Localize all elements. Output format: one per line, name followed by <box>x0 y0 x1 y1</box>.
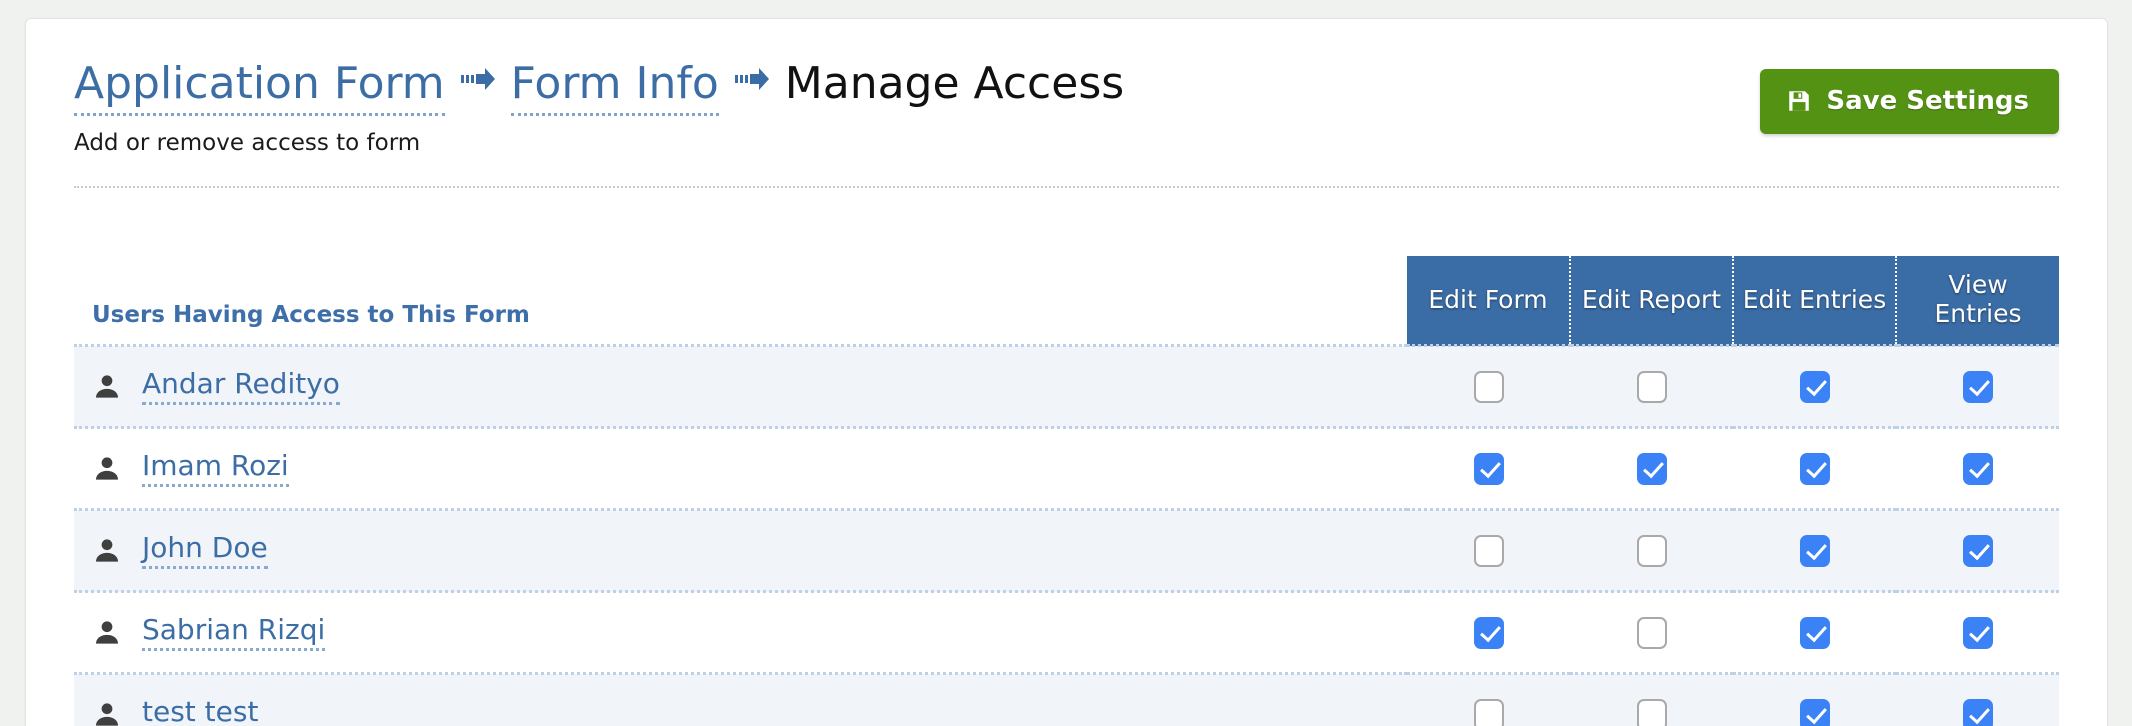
person-icon <box>92 454 122 484</box>
person-icon <box>92 372 122 402</box>
save-settings-label: Save Settings <box>1826 86 2029 116</box>
permission-cell-edit-report <box>1570 672 1733 726</box>
permission-cell-view-entries <box>1896 590 2059 674</box>
user-name-link[interactable]: test test <box>142 696 258 726</box>
permission-cell-edit-entries <box>1733 590 1896 674</box>
user-cell: Sabrian Rizqi <box>74 590 1407 674</box>
checkbox-edit-form[interactable] <box>1473 616 1504 649</box>
access-table: Users Having Access to This Form Edit Fo… <box>74 256 2059 726</box>
permission-cell-edit-form <box>1407 508 1570 592</box>
permission-cell-edit-form <box>1407 344 1570 428</box>
permission-cell-view-entries <box>1896 426 2059 510</box>
floppy-disk-save-icon <box>1786 88 1812 114</box>
breadcrumb-item-application-form[interactable]: Application Form <box>74 57 445 116</box>
permission-cell-edit-entries <box>1733 344 1896 428</box>
user-name-link[interactable]: John Doe <box>142 532 268 569</box>
user-name-link[interactable]: Sabrian Rizqi <box>142 614 326 651</box>
permission-cell-edit-form <box>1407 426 1570 510</box>
content-card: Application Form Form Info Manage Access… <box>25 18 2108 726</box>
table-row: Andar Redityo <box>74 344 2059 428</box>
checkbox-view-entries[interactable] <box>1962 534 1993 567</box>
header-divider <box>74 186 2059 188</box>
permission-cell-edit-form <box>1407 672 1570 726</box>
permission-cell-edit-report <box>1570 344 1733 428</box>
table-row: Imam Rozi <box>74 426 2059 510</box>
checkbox-view-entries[interactable] <box>1962 370 1993 403</box>
permission-cell-edit-form <box>1407 590 1570 674</box>
users-column-header: Users Having Access to This Form <box>74 256 1407 346</box>
access-table-body: Andar Redityo Imam Rozi John Doe Sabrian Ri… <box>74 344 2059 726</box>
checkbox-edit-entries[interactable] <box>1799 534 1830 567</box>
checkbox-edit-entries[interactable] <box>1799 698 1830 726</box>
checkbox-edit-report[interactable] <box>1636 370 1667 403</box>
arrow-right-motion-icon <box>460 66 495 92</box>
checkbox-edit-form[interactable] <box>1473 534 1504 567</box>
table-row: John Doe <box>74 508 2059 592</box>
column-header-edit-entries[interactable]: Edit Entries <box>1733 256 1897 346</box>
column-header-edit-report[interactable]: Edit Report <box>1570 256 1734 346</box>
arrow-right-motion-icon-2 <box>734 66 769 92</box>
page-title: Manage Access <box>784 58 1125 109</box>
permission-cell-view-entries <box>1896 508 2059 592</box>
user-name-link[interactable]: Andar Redityo <box>142 368 340 405</box>
checkbox-edit-entries[interactable] <box>1799 616 1830 649</box>
user-cell: Andar Redityo <box>74 344 1407 428</box>
page-header: Application Form Form Info Manage Access… <box>26 19 2107 158</box>
user-name-link[interactable]: Imam Rozi <box>142 450 289 487</box>
permission-cell-edit-report <box>1570 590 1733 674</box>
person-icon <box>92 618 122 648</box>
user-cell: Imam Rozi <box>74 426 1407 510</box>
save-settings-button[interactable]: Save Settings <box>1760 69 2059 134</box>
checkbox-edit-form[interactable] <box>1473 452 1504 485</box>
permission-cell-view-entries <box>1896 672 2059 726</box>
permission-cell-edit-entries <box>1733 426 1896 510</box>
user-cell: test test <box>74 672 1407 726</box>
person-icon <box>92 536 122 566</box>
permission-cell-edit-report <box>1570 426 1733 510</box>
user-cell: John Doe <box>74 508 1407 592</box>
checkbox-edit-entries[interactable] <box>1799 452 1830 485</box>
permission-cell-edit-entries <box>1733 508 1896 592</box>
access-table-head: Users Having Access to This Form Edit Fo… <box>74 256 2059 346</box>
checkbox-edit-entries[interactable] <box>1799 370 1830 403</box>
checkbox-edit-report[interactable] <box>1636 616 1667 649</box>
checkbox-view-entries[interactable] <box>1962 698 1993 726</box>
page-root: Application Form Form Info Manage Access… <box>0 0 2132 726</box>
checkbox-view-entries[interactable] <box>1962 452 1993 485</box>
checkbox-edit-report[interactable] <box>1636 698 1667 726</box>
checkbox-edit-form[interactable] <box>1473 370 1504 403</box>
person-icon <box>92 700 122 726</box>
checkbox-edit-report[interactable] <box>1636 452 1667 485</box>
checkbox-edit-report[interactable] <box>1636 534 1667 567</box>
access-table-wrap: Users Having Access to This Form Edit Fo… <box>26 256 2107 726</box>
permission-cell-edit-entries <box>1733 672 1896 726</box>
table-row: Sabrian Rizqi <box>74 590 2059 674</box>
table-row: test test <box>74 672 2059 726</box>
column-header-view-entries[interactable]: View Entries <box>1896 256 2059 346</box>
checkbox-edit-form[interactable] <box>1473 698 1504 726</box>
column-header-edit-form[interactable]: Edit Form <box>1407 256 1571 346</box>
permission-cell-edit-report <box>1570 508 1733 592</box>
checkbox-view-entries[interactable] <box>1962 616 1993 649</box>
permission-cell-view-entries <box>1896 344 2059 428</box>
table-header-row: Users Having Access to This Form Edit Fo… <box>74 256 2059 346</box>
breadcrumb-item-form-info[interactable]: Form Info <box>510 57 719 116</box>
